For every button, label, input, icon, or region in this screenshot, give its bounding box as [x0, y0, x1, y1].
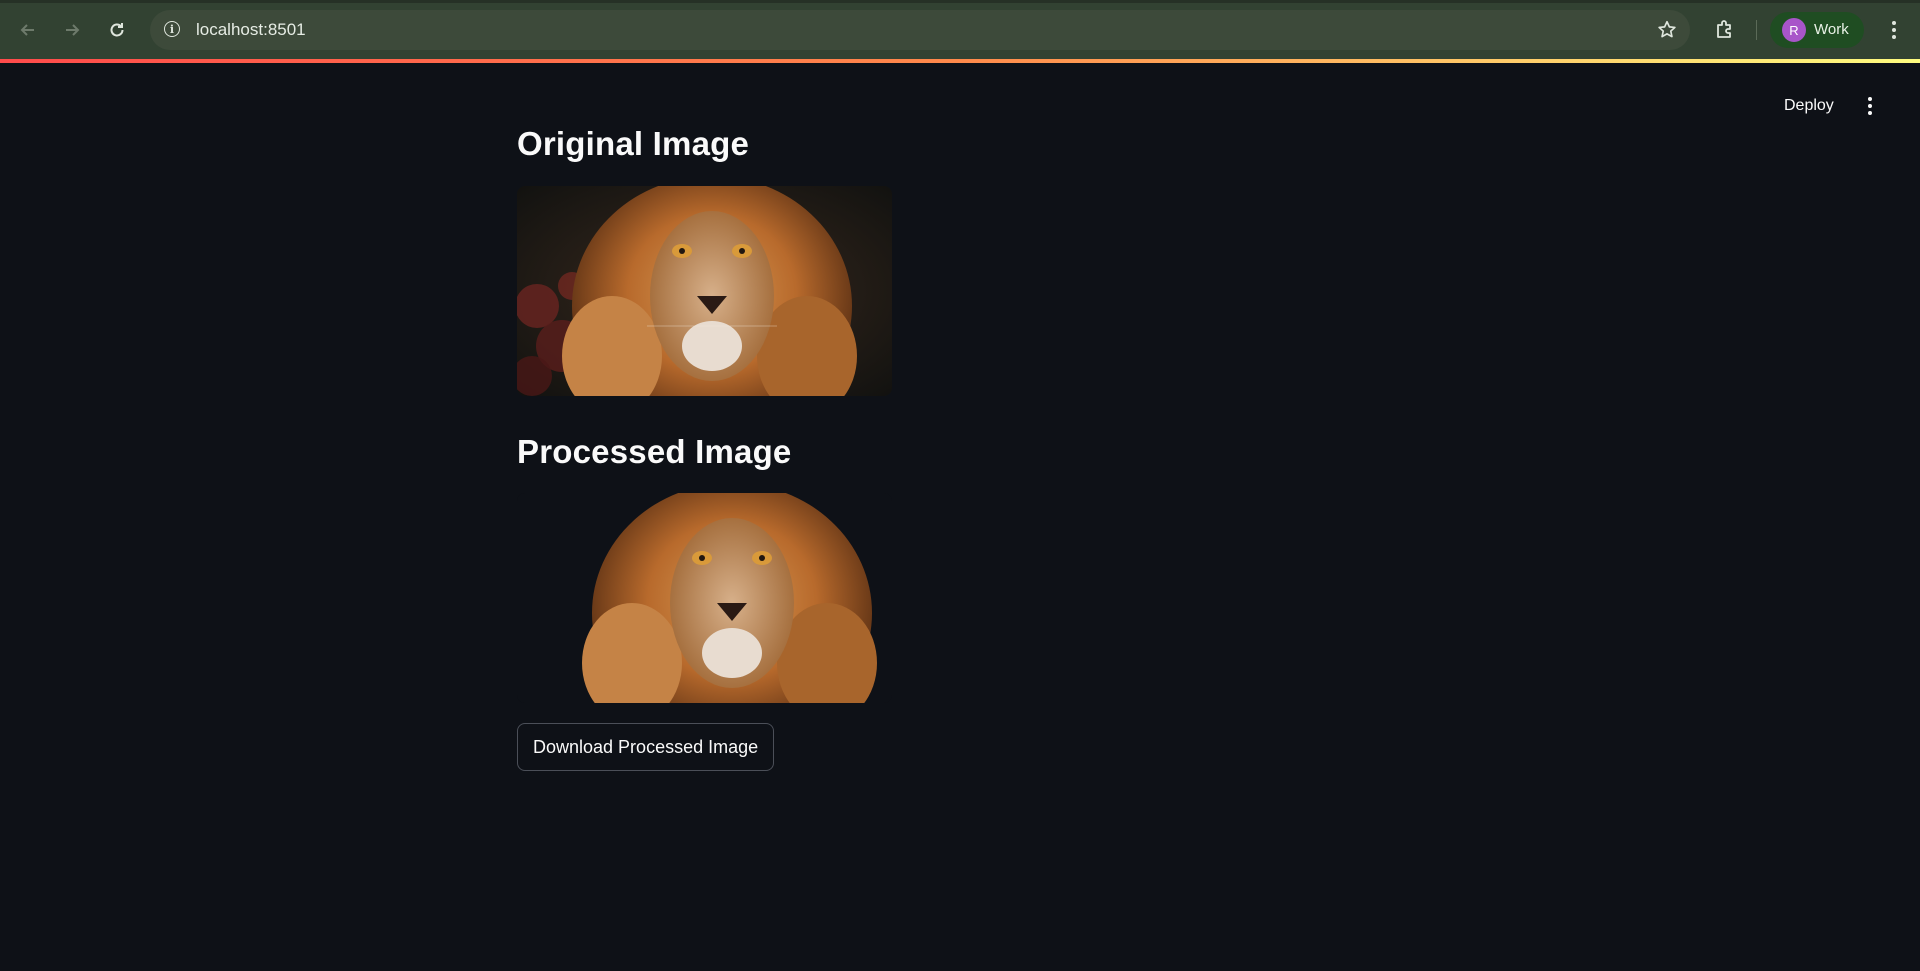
- address-bar[interactable]: i localhost:8501: [150, 10, 1690, 50]
- info-icon[interactable]: i: [164, 21, 180, 37]
- url-text[interactable]: localhost:8501: [196, 20, 306, 40]
- browser-toolbar: i localhost:8501 R Work: [0, 0, 1920, 60]
- download-processed-image-button[interactable]: Download Processed Image: [517, 723, 775, 771]
- processed-image: [517, 493, 892, 703]
- app-header-decoration: [0, 59, 1920, 63]
- avatar: R: [1782, 18, 1806, 42]
- star-icon[interactable]: [1656, 15, 1678, 47]
- kebab-menu-icon[interactable]: [1880, 14, 1908, 46]
- extensions-icon[interactable]: [1711, 15, 1739, 43]
- original-image: [517, 186, 892, 396]
- processed-image-heading: Processed Image: [517, 433, 792, 470]
- deploy-button[interactable]: Deploy: [1772, 92, 1846, 120]
- original-image-heading: Original Image: [517, 125, 750, 162]
- forward-arrow-icon[interactable]: [56, 14, 88, 46]
- reload-icon[interactable]: [101, 14, 133, 46]
- profile-button[interactable]: R Work: [1770, 12, 1864, 48]
- profile-label: Work: [1814, 21, 1849, 38]
- back-arrow-icon[interactable]: [12, 14, 44, 46]
- toolbar-divider: [1756, 20, 1757, 40]
- app-menu-icon[interactable]: [1858, 93, 1882, 119]
- tab-strip-edge: [0, 0, 1920, 3]
